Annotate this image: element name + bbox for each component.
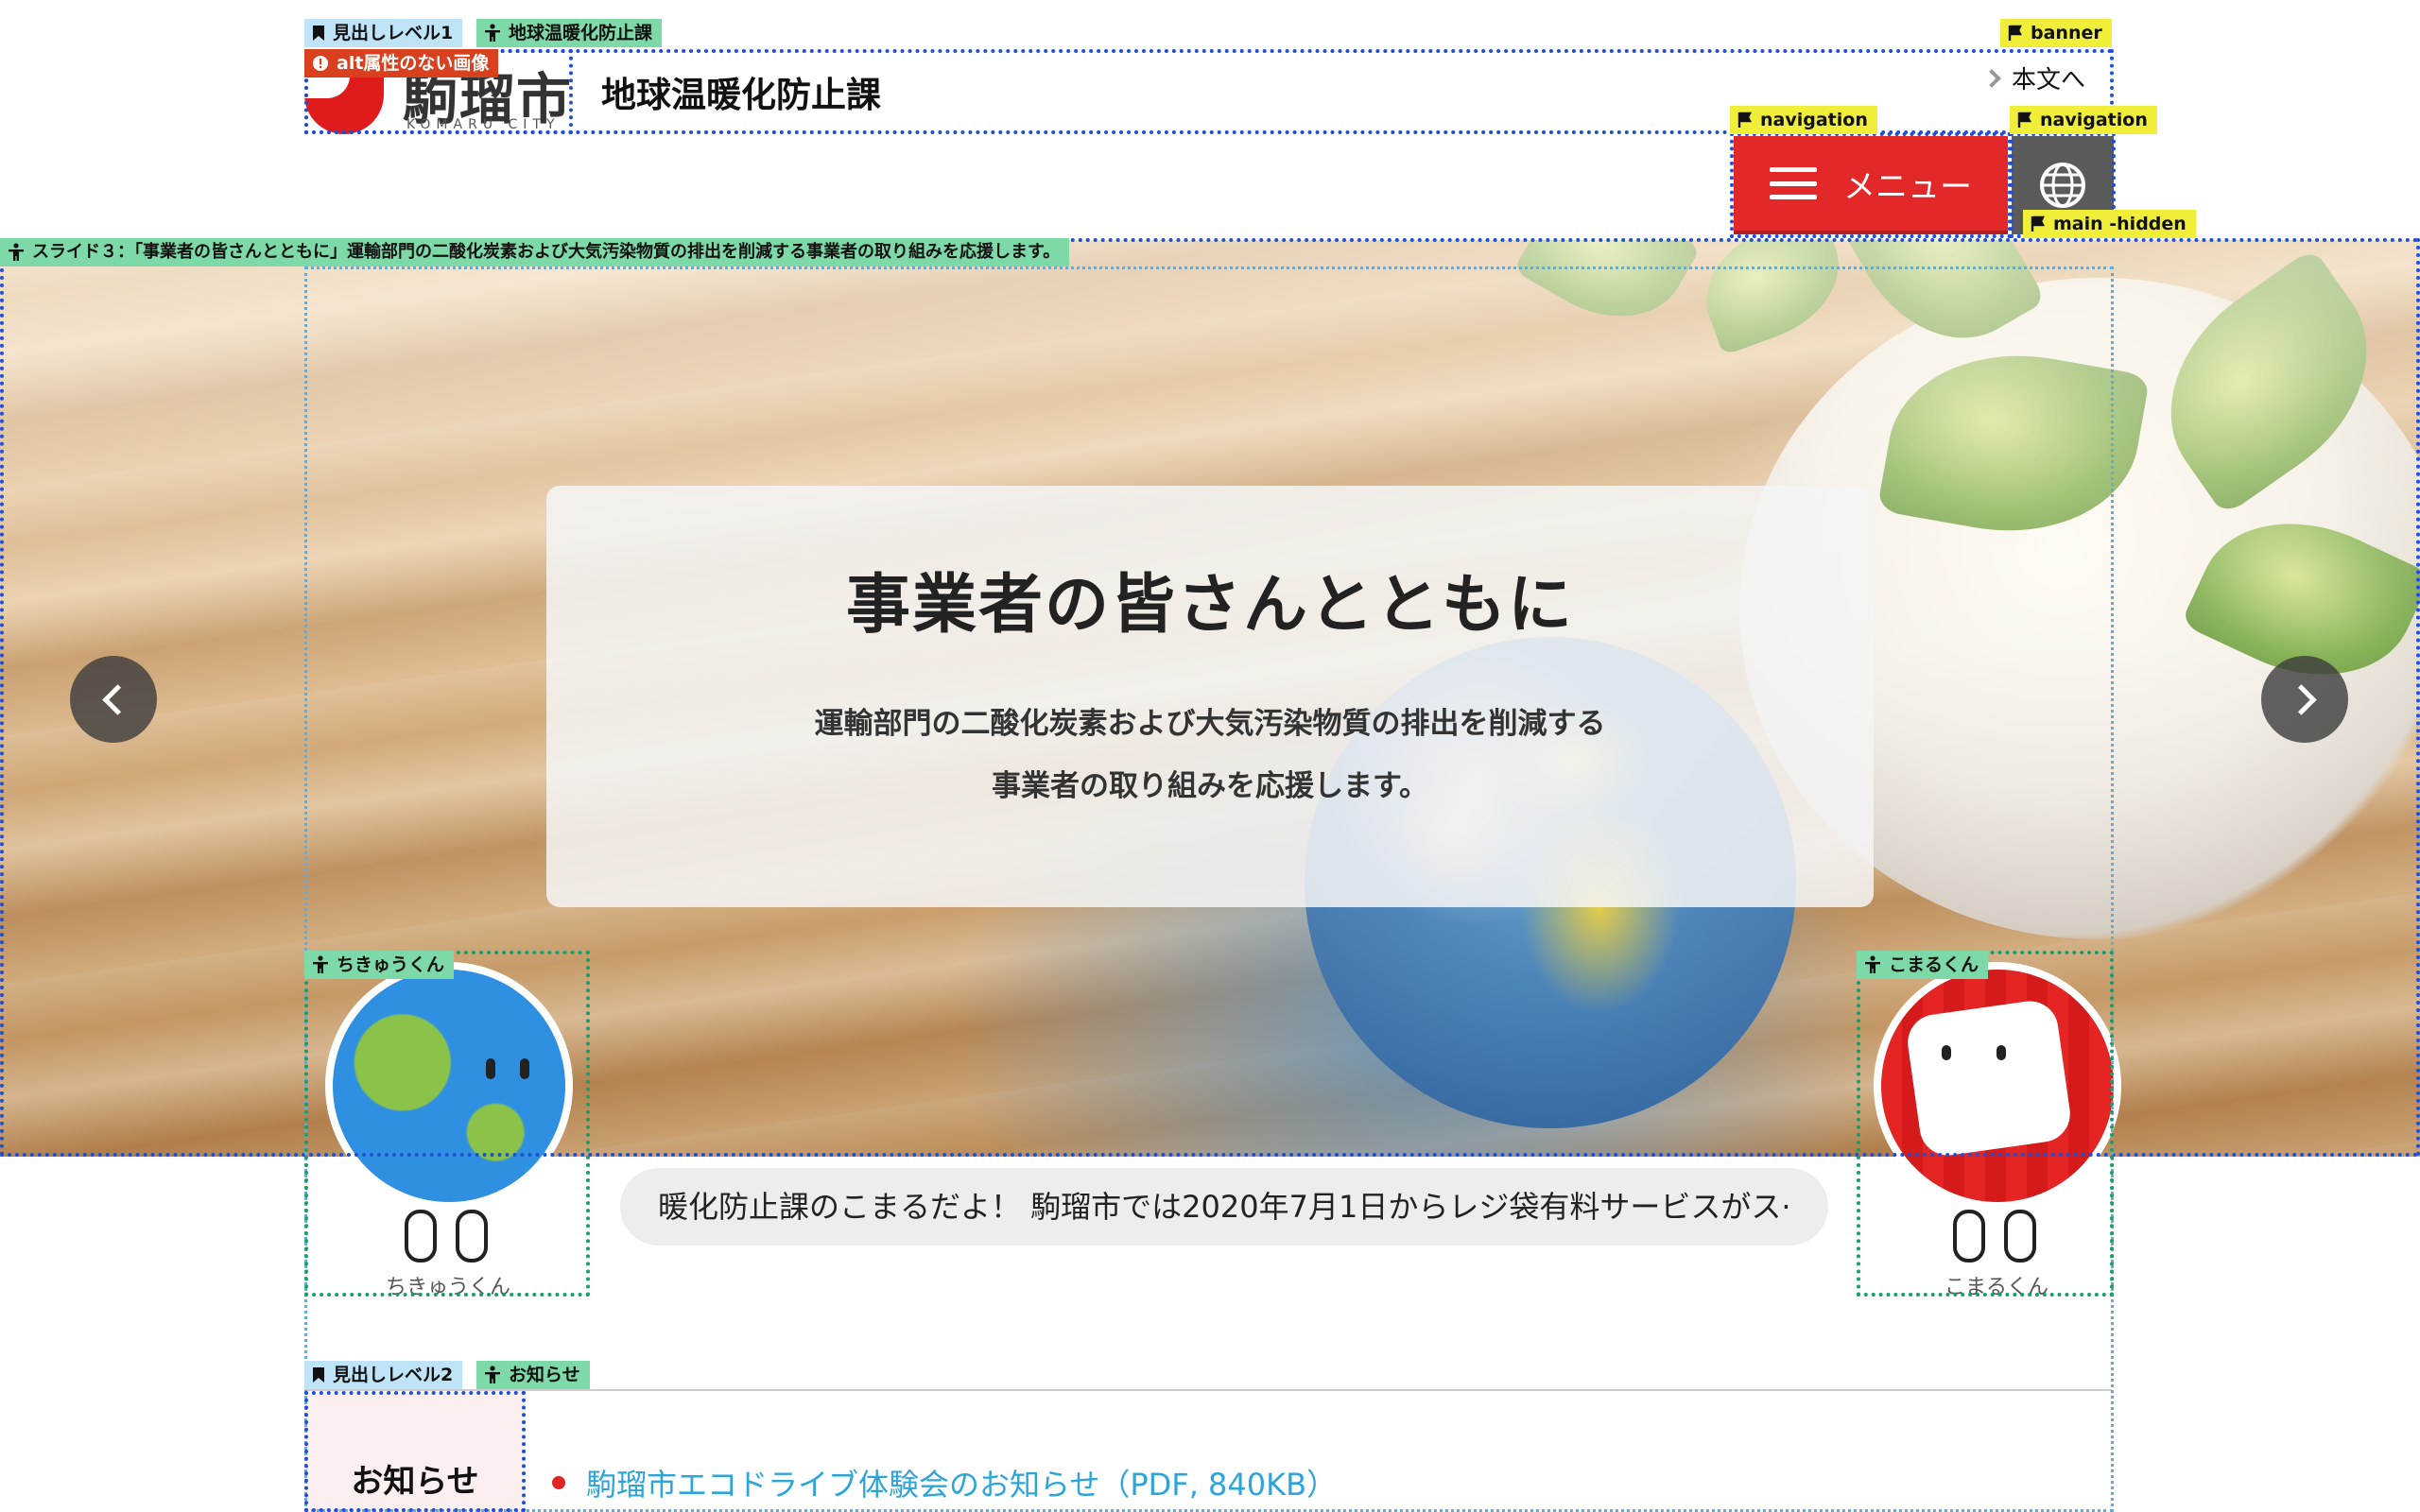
skip-to-content-link[interactable]: 本文へ	[1982, 60, 2086, 95]
chevron-right-icon	[1982, 68, 2001, 88]
character-legs	[1949, 1210, 2044, 1266]
hero-title: 事業者の皆さんとともに	[845, 568, 1574, 643]
navigation-tag-label: navigation	[1760, 110, 1868, 130]
page-title: 地球温暖化防止課	[601, 75, 881, 115]
hamburger-icon	[1770, 167, 1817, 199]
person-icon	[485, 24, 500, 42]
flag-icon	[2017, 112, 2031, 128]
chikyu-kun-name: ちきゅうくん	[385, 1276, 510, 1299]
heading-level-tag-label: 見出しレベル1	[333, 23, 454, 43]
earth-character-icon	[325, 962, 573, 1210]
slider-next-button[interactable]	[2261, 656, 2348, 743]
bullet-icon	[552, 1476, 565, 1489]
flag-icon	[2031, 215, 2045, 232]
flag-icon	[2008, 25, 2022, 41]
komaru-character-icon	[1874, 962, 2121, 1210]
logo-subtext: KOMARU CITY	[406, 117, 561, 132]
komaru-alt-tag: こまるくん	[1857, 951, 1989, 979]
news-ticker[interactable]: 暖化防止課のこまるだよ！ 駒瑠市では2020年7月1日からレジ袋有料サービスがス…	[620, 1168, 1828, 1246]
slider-prev-button[interactable]	[70, 656, 157, 743]
heading2-text-tag-label: お知らせ	[509, 1365, 580, 1385]
alt-missing-tag-label: alt属性のない画像	[337, 53, 490, 74]
section-divider	[304, 1389, 2112, 1391]
hero-text: 運輸部門の二酸化炭素および大気汚染物質の排出を削減する 事業者の取り組みを応援し…	[546, 693, 1874, 817]
news-heading: お知らせ	[304, 1393, 526, 1512]
main-hidden-tag-label: main -hidden	[2053, 214, 2187, 234]
skip-link-label: 本文へ	[2012, 66, 2086, 94]
bookmark-icon	[313, 1367, 324, 1383]
chikyu-alt-tag-label: ちきゅうくん	[337, 954, 445, 975]
bookmark-icon	[313, 26, 324, 41]
heading-level-tag: 見出しレベル1	[304, 19, 463, 47]
heading-text-tag-label: 地球温暖化防止課	[509, 23, 653, 43]
navigation-tag: navigation	[1730, 106, 1877, 134]
person-icon	[313, 955, 328, 973]
navigation-tag-label: navigation	[2040, 110, 2148, 130]
news-item-link[interactable]: 駒瑠市エコドライブ体験会のお知らせ（PDF, 840KB）	[552, 1461, 1337, 1504]
character-eye	[520, 1058, 529, 1079]
main-hidden-tag: main -hidden	[2023, 210, 2196, 238]
hero-text-line: 運輸部門の二酸化炭素および大気汚染物質の排出を削減する	[814, 707, 1606, 741]
chikyu-alt-tag: ちきゅうくん	[304, 951, 455, 979]
slide-label-tag-label: スライド３：「事業者の皆さんとともに」運輸部門の二酸化炭素および大気汚染物質の排…	[32, 242, 1061, 262]
banner-tag-label: banner	[2031, 23, 2102, 43]
character-eye	[486, 1058, 495, 1079]
heading-text-tag: 地球温暖化防止課	[476, 19, 663, 47]
alert-icon	[313, 56, 328, 71]
chikyu-kun-image: ちきゅうくん	[306, 954, 590, 1300]
menu-button[interactable]: メニュー	[1734, 136, 2008, 234]
navigation-tag: navigation	[2010, 106, 2157, 134]
komaru-alt-tag-label: こまるくん	[1889, 954, 1979, 975]
menu-button-label: メニュー	[1843, 167, 1972, 206]
person-icon	[485, 1366, 500, 1383]
character-legs	[401, 1210, 495, 1266]
character-eye	[1996, 1045, 2006, 1060]
hero-text-line: 事業者の取り組みを応援します。	[992, 769, 1428, 803]
heading2-text-tag: お知らせ	[476, 1361, 590, 1389]
heading-level2-tag-label: 見出しレベル2	[333, 1365, 454, 1385]
person-icon	[9, 243, 24, 261]
news-item-label: 駒瑠市エコドライブ体験会のお知らせ（PDF, 840KB）	[586, 1467, 1338, 1503]
komaru-kun-image: こまるくん	[1855, 954, 2138, 1300]
flag-icon	[1737, 112, 1752, 128]
komaru-kun-name: こまるくん	[1944, 1276, 2048, 1299]
character-eye	[1942, 1045, 1951, 1060]
slide-label-tag: スライド３：「事業者の皆さんとともに」運輸部門の二酸化炭素および大気汚染物質の排…	[0, 238, 1070, 266]
person-icon	[1865, 955, 1880, 973]
heading-level2-tag: 見出しレベル2	[304, 1361, 463, 1389]
globe-icon	[2040, 163, 2085, 208]
banner-tag: banner	[2000, 19, 2112, 47]
alt-missing-tag: alt属性のない画像	[304, 49, 499, 77]
hero-caption-panel: 事業者の皆さんとともに 運輸部門の二酸化炭素および大気汚染物質の排出を削減する …	[546, 486, 1874, 907]
